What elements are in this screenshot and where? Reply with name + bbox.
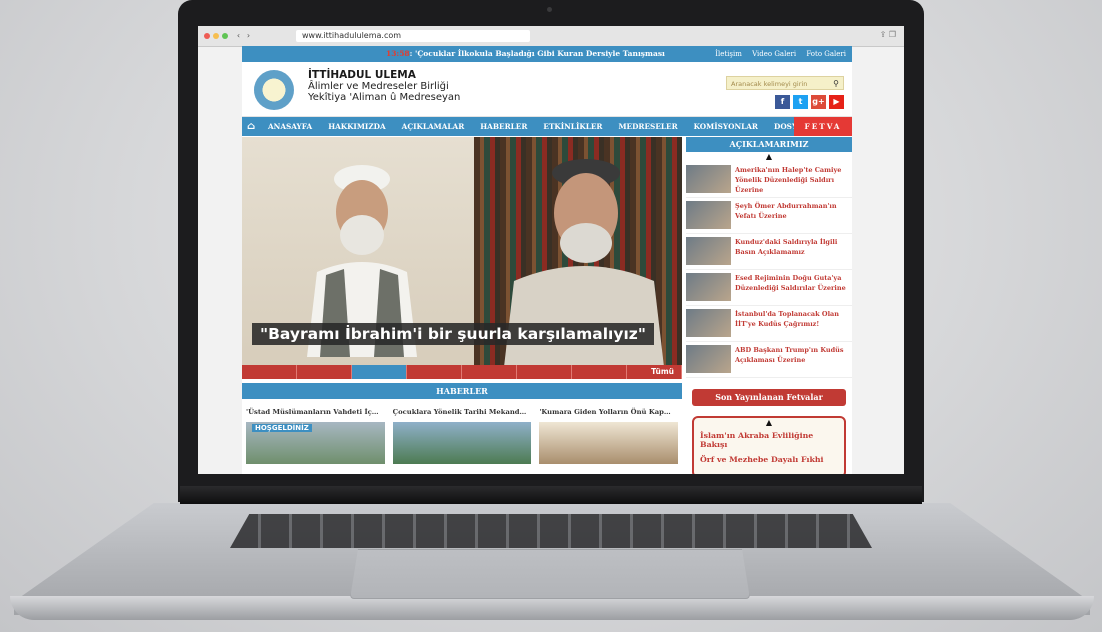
aciklamalar-heading: AÇIKLAMARIMIZ: [686, 137, 852, 152]
laptop-screen: ‹ › www.ittihadululema.com ⇪ ❐ 13:58: 'Ç…: [198, 26, 904, 474]
aciklama-thumbnail: [686, 309, 731, 337]
aciklama-item[interactable]: Kunduz'daki Saldırıyla İlgili Basın Açık…: [686, 234, 852, 270]
aciklama-title: Esed Rejiminin Doğu Guta'ya Düzenlediği …: [735, 274, 846, 292]
aciklama-item[interactable]: Amerika'nın Halep'te Camiye Yönelik Düze…: [686, 162, 852, 198]
laptop-base-front: [10, 596, 1094, 620]
slider-dot[interactable]: [572, 365, 627, 379]
aciklama-title: Kunduz'daki Saldırıyla İlgili Basın Açık…: [735, 238, 838, 256]
keyboard: [230, 514, 872, 548]
menu-haberler[interactable]: HABERLER: [472, 117, 535, 136]
main-menu: ⌂ ANASAYFA HAKKIMIZDA AÇIKLAMALAR HABERL…: [242, 117, 852, 136]
aciklama-item[interactable]: ABD Başkanı Trump'ın Kudüs Açıklaması Üz…: [686, 342, 852, 378]
forward-icon[interactable]: ›: [244, 31, 253, 40]
news-title: Çocuklara Yönelik Tarihi Mekand…: [392, 408, 527, 416]
ticker-time: 13:58: [386, 49, 410, 58]
slider-dot[interactable]: [462, 365, 517, 379]
social-links: f t g+ ▶: [775, 95, 844, 109]
news-title: 'Üstad Müslümanların Vahdeti İç…: [246, 408, 379, 416]
search-icon[interactable]: ⚲: [833, 77, 839, 91]
aciklama-item[interactable]: İstanbul'da Toplanacak Olan İİT'ye Kudüs…: [686, 306, 852, 342]
aciklama-item[interactable]: Esed Rejiminin Doğu Guta'ya Düzenlediği …: [686, 270, 852, 306]
aciklama-title: ABD Başkanı Trump'ın Kudüs Açıklaması Üz…: [735, 346, 844, 364]
fetvalar-heading: Son Yayınlanan Fetvalar: [692, 389, 846, 406]
news-ticker[interactable]: 13:58: 'Çocuklar İlkokula Başladığı Gibi…: [386, 46, 665, 62]
logo-icon[interactable]: [254, 70, 294, 110]
menu-medreseler[interactable]: MEDRESELER: [610, 117, 685, 136]
news-title: 'Kumara Giden Yolların Önü Kap…: [539, 408, 671, 416]
aciklama-title: İstanbul'da Toplanacak Olan İİT'ye Kudüs…: [735, 310, 839, 328]
top-link-video[interactable]: Video Galeri: [752, 50, 796, 58]
site-subtitle-1: Âlimler ve Medreseler Birliği: [308, 81, 449, 92]
slider-dot[interactable]: [297, 365, 352, 379]
news-card[interactable]: 'Üstad Müslümanların Vahdeti İç… HOŞGELD…: [246, 407, 385, 464]
web-page: 13:58: 'Çocuklar İlkokula Başladığı Gibi…: [242, 46, 852, 474]
top-link-foto[interactable]: Foto Galeri: [806, 50, 846, 58]
slider-dot-active[interactable]: [352, 365, 407, 379]
back-icon[interactable]: ‹: [234, 31, 243, 40]
featured-slider[interactable]: "Bayramı İbrahim'i bir şuurla karşılamal…: [242, 137, 682, 379]
maximize-dot-icon[interactable]: [222, 33, 228, 39]
haberler-section: HABERLER 'Üstad Müslümanların Vahdeti İç…: [242, 383, 682, 474]
top-link-iletisim[interactable]: İletişim: [715, 50, 742, 58]
browser-toolbar: ‹ › www.ittihadululema.com ⇪ ❐: [198, 26, 904, 47]
top-links: İletişim Video Galeri Foto Galeri: [707, 46, 846, 62]
scroll-up-icon[interactable]: ▲: [694, 418, 844, 428]
search-input[interactable]: Aranacak kelimeyi girin ⚲: [726, 76, 844, 90]
site-title[interactable]: İTTİHADUL ULEMA Âlimler ve Medreseler Bi…: [308, 69, 461, 104]
top-bar: 13:58: 'Çocuklar İlkokula Başladığı Gibi…: [242, 46, 852, 62]
site-title-main: İTTİHADUL ULEMA: [308, 69, 416, 81]
camera: [547, 7, 552, 12]
ticker-text: : 'Çocuklar İlkokula Başladığı Gibi Kura…: [409, 49, 665, 58]
site-header: İTTİHADUL ULEMA Âlimler ve Medreseler Bi…: [242, 62, 852, 117]
news-image: HOŞGELDİNİZ: [246, 422, 385, 464]
close-dot-icon[interactable]: [204, 33, 210, 39]
welcome-badge: HOŞGELDİNİZ: [252, 424, 312, 432]
youtube-icon[interactable]: ▶: [829, 95, 844, 109]
aciklama-title: Şeyh Ömer Abdurrahman'ın Vefatı Üzerine: [735, 202, 837, 220]
slider-caption[interactable]: "Bayramı İbrahim'i bir şuurla karşılamal…: [252, 323, 654, 345]
menu-aciklamalar[interactable]: AÇIKLAMALAR: [394, 117, 473, 136]
fetva-item[interactable]: Örf ve Mezhebe Dayalı Fıkhi: [694, 452, 844, 467]
aciklama-thumbnail: [686, 237, 731, 265]
facebook-icon[interactable]: f: [775, 95, 790, 109]
google-plus-icon[interactable]: g+: [811, 95, 826, 109]
fetva-item[interactable]: İslam'ın Akraba Evliliğine Bakışı: [694, 428, 844, 452]
slider-dot[interactable]: [242, 365, 297, 379]
aciklama-thumbnail: [686, 345, 731, 373]
fetvalar-panel: Son Yayınlanan Fetvalar ▲ İslam'ın Akrab…: [686, 389, 852, 474]
aciklama-title: Amerika'nın Halep'te Camiye Yönelik Düze…: [735, 166, 842, 194]
haberler-heading: HABERLER: [242, 383, 682, 399]
menu-etkinlikler[interactable]: ETKİNLİKLER: [535, 117, 610, 136]
touchpad: [350, 549, 750, 599]
slider-all-link[interactable]: Tümü: [651, 365, 674, 379]
news-image: [392, 422, 532, 464]
fetva-list: ▲ İslam'ın Akraba Evliliğine Bakışı Örf …: [692, 416, 846, 474]
search-placeholder: Aranacak kelimeyi girin: [731, 80, 808, 88]
home-icon[interactable]: ⌂: [242, 121, 260, 132]
twitter-icon[interactable]: t: [793, 95, 808, 109]
menu-komisyonlar[interactable]: KOMİSYONLAR: [686, 117, 766, 136]
aciklama-thumbnail: [686, 273, 731, 301]
menu-fetva[interactable]: FETVA: [794, 117, 852, 136]
news-card[interactable]: 'Kumara Giden Yolların Önü Kap…: [539, 407, 679, 464]
news-image: [539, 422, 679, 464]
slider-dot[interactable]: [517, 365, 572, 379]
menu-hakkimizda[interactable]: HAKKIMIZDA: [320, 117, 393, 136]
share-icon[interactable]: ⇪ ❐: [880, 30, 896, 39]
site-subtitle-2: Yekîtiya 'Aliman û Medreseyan: [308, 92, 461, 103]
slider-pager: [242, 365, 682, 379]
minimize-dot-icon[interactable]: [213, 33, 219, 39]
aciklama-item[interactable]: Şeyh Ömer Abdurrahman'ın Vefatı Üzerine: [686, 198, 852, 234]
news-card[interactable]: Çocuklara Yönelik Tarihi Mekand…: [392, 407, 532, 464]
scroll-up-icon[interactable]: ▲: [686, 152, 852, 162]
laptop-hinge: [180, 486, 922, 504]
address-bar[interactable]: www.ittihadululema.com: [296, 30, 530, 42]
news-list: 'Üstad Müslümanların Vahdeti İç… HOŞGELD…: [242, 399, 682, 464]
slider-dot[interactable]: [407, 365, 462, 379]
menu-anasayfa[interactable]: ANASAYFA: [260, 117, 320, 136]
aciklama-thumbnail: [686, 165, 731, 193]
aciklama-thumbnail: [686, 201, 731, 229]
